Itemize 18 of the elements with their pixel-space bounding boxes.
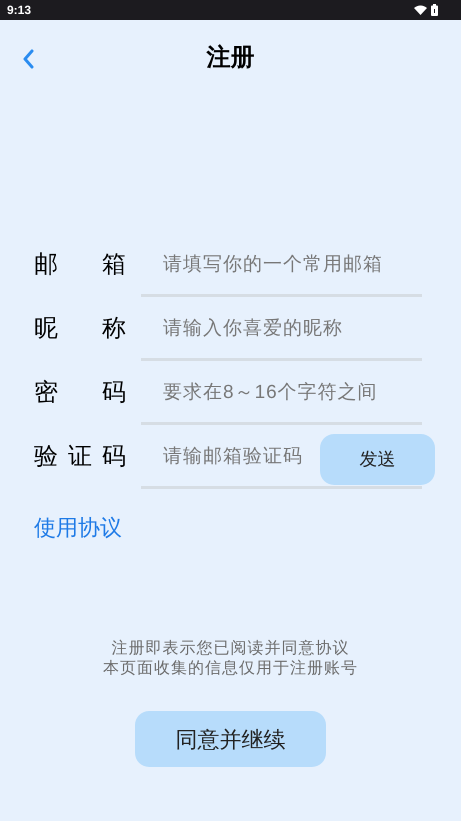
agreement-link[interactable]: 使用协议 — [34, 515, 122, 540]
field-label: 邮箱 — [34, 250, 126, 280]
input-field[interactable]: 请填写你的一个常用邮箱 — [141, 234, 422, 296]
wifi-icon — [414, 5, 427, 15]
field-label: 密码 — [34, 378, 126, 408]
field-label: 验证码 — [34, 442, 126, 472]
agree-continue-button[interactable]: 同意并继续 — [135, 711, 326, 767]
battery-icon — [431, 4, 438, 16]
field-label: 昵称 — [34, 314, 126, 344]
status-time: 9:13 — [7, 2, 32, 19]
back-icon — [22, 49, 34, 69]
send-code-button[interactable]: 发送 — [320, 434, 435, 485]
input-field[interactable]: 请输邮箱验证码 — [141, 426, 320, 488]
input-field[interactable]: 要求在8～16个字符之间 — [141, 362, 422, 424]
notice-text: 注册即表示您已阅读并同意协议 — [112, 639, 350, 659]
page-title: 注册 — [206, 42, 254, 72]
input-field[interactable]: 请输入你喜爱的昵称 — [141, 298, 422, 360]
notice-text: 本页面收集的信息仅用于注册账号 — [103, 659, 358, 679]
